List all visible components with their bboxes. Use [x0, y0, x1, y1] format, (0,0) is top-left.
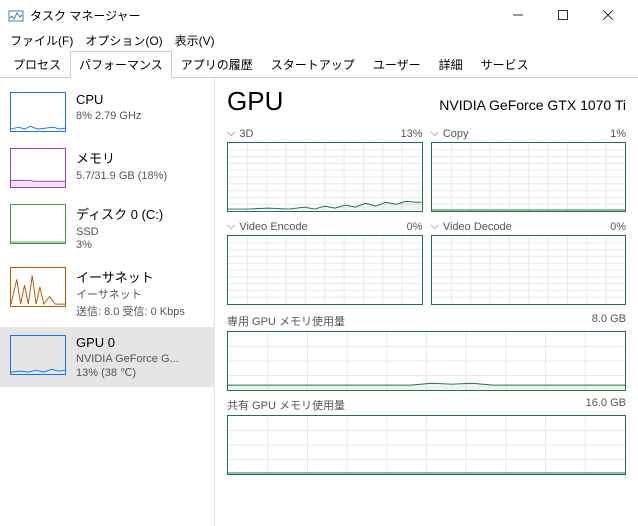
chart-vencode-box	[227, 235, 423, 305]
tab-users[interactable]: ユーザー	[364, 51, 430, 78]
sidebar-item-disk[interactable]: ディスク 0 (C:) SSD 3%	[0, 196, 214, 259]
cpu-title: CPU	[76, 92, 204, 107]
chart-video-encode[interactable]: ⌵ Video Encode 0%	[227, 220, 423, 305]
chart-copy-head: ⌵ Copy 1%	[431, 127, 627, 140]
app-icon	[8, 7, 24, 23]
memory-sub: 5.7/31.9 GB (18%)	[76, 169, 204, 183]
tab-performance[interactable]: パフォーマンス	[70, 51, 172, 78]
gpu-model: NVIDIA GeForce GTX 1070 Ti	[439, 97, 626, 113]
chart-copy[interactable]: ⌵ Copy 1%	[431, 127, 627, 212]
ethernet-title: イーサネット	[76, 267, 204, 286]
tab-details[interactable]: 詳細	[430, 51, 472, 78]
gpu-sub2: 13% (38 ℃)	[76, 366, 204, 379]
dedicated-memory-chart	[227, 331, 626, 391]
chart-3d-box	[227, 142, 423, 212]
shared-memory-max: 16.0 GB	[586, 397, 626, 413]
chevron-down-icon[interactable]: ⌵	[227, 127, 235, 140]
menu-view[interactable]: 表示(V)	[171, 32, 219, 49]
shared-memory-chart	[227, 415, 626, 475]
tab-processes[interactable]: プロセス	[4, 51, 70, 78]
memory-text: メモリ 5.7/31.9 GB (18%)	[76, 148, 204, 188]
ethernet-sub2: 送信: 8.0 受信: 0 Kbps	[76, 303, 204, 319]
shared-memory-label: 共有 GPU メモリ使用量 16.0 GB	[227, 397, 626, 413]
chart-copy-name: Copy	[443, 128, 469, 140]
disk-text: ディスク 0 (C:) SSD 3%	[76, 204, 204, 251]
close-button[interactable]	[585, 1, 630, 29]
ethernet-text: イーサネット イーサネット 送信: 8.0 受信: 0 Kbps	[76, 267, 204, 318]
minimize-button[interactable]	[495, 1, 540, 29]
sidebar-item-cpu[interactable]: CPU 8% 2.79 GHz	[0, 84, 214, 140]
cpu-sub: 8% 2.79 GHz	[76, 109, 204, 123]
chart-copy-value: 1%	[610, 128, 626, 140]
memory-thumb	[10, 148, 66, 188]
chart-vdecode-name: Video Decode	[443, 221, 512, 233]
chart-3d[interactable]: ⌵ 3D 13%	[227, 127, 423, 212]
tab-startup[interactable]: スタートアップ	[262, 51, 364, 78]
cpu-thumb	[10, 92, 66, 132]
page-heading: GPU	[227, 86, 283, 117]
chart-vdecode-head: ⌵ Video Decode 0%	[431, 220, 627, 233]
memory-title: メモリ	[76, 148, 204, 167]
disk-sub1: SSD	[76, 225, 204, 239]
ethernet-sub1: イーサネット	[76, 288, 204, 302]
tabs: プロセス パフォーマンス アプリの履歴 スタートアップ ユーザー 詳細 サービス	[0, 50, 638, 78]
chart-3d-head: ⌵ 3D 13%	[227, 127, 423, 140]
chart-vencode-name: Video Encode	[239, 221, 307, 233]
sidebar: CPU 8% 2.79 GHz メモリ 5.7/31.9 GB (18%) ディ…	[0, 78, 215, 526]
chart-3d-value: 13%	[400, 128, 422, 140]
menubar: ファイル(F) オプション(O) 表示(V)	[0, 30, 638, 50]
sidebar-item-ethernet[interactable]: イーサネット イーサネット 送信: 8.0 受信: 0 Kbps	[0, 259, 214, 326]
cpu-text: CPU 8% 2.79 GHz	[76, 92, 204, 132]
menu-file[interactable]: ファイル(F)	[6, 32, 77, 49]
content: CPU 8% 2.79 GHz メモリ 5.7/31.9 GB (18%) ディ…	[0, 78, 638, 526]
window-controls	[495, 1, 630, 29]
chart-vencode-value: 0%	[407, 221, 423, 233]
chevron-down-icon[interactable]: ⌵	[431, 220, 439, 233]
chevron-down-icon[interactable]: ⌵	[227, 220, 235, 233]
dedicated-memory-text: 専用 GPU メモリ使用量	[227, 313, 345, 329]
main-panel: GPU NVIDIA GeForce GTX 1070 Ti ⌵ 3D 13%	[215, 78, 638, 526]
chart-row-2: ⌵ Video Encode 0% ⌵ Video Decode 0%	[227, 220, 626, 305]
shared-memory-text: 共有 GPU メモリ使用量	[227, 397, 345, 413]
dedicated-memory-max: 8.0 GB	[592, 313, 626, 329]
disk-sub2: 3%	[76, 239, 204, 251]
ethernet-thumb	[10, 267, 66, 307]
chart-row-1: ⌵ 3D 13% ⌵ Copy 1%	[227, 127, 626, 212]
dedicated-memory-label: 専用 GPU メモリ使用量 8.0 GB	[227, 313, 626, 329]
chart-copy-box	[431, 142, 627, 212]
main-header: GPU NVIDIA GeForce GTX 1070 Ti	[227, 86, 626, 117]
gpu-text: GPU 0 NVIDIA GeForce G... 13% (38 ℃)	[76, 335, 204, 379]
tab-services[interactable]: サービス	[472, 51, 538, 78]
chart-3d-name: 3D	[239, 128, 253, 140]
chart-vencode-head: ⌵ Video Encode 0%	[227, 220, 423, 233]
sidebar-item-gpu[interactable]: GPU 0 NVIDIA GeForce G... 13% (38 ℃)	[0, 327, 214, 387]
chart-video-decode[interactable]: ⌵ Video Decode 0%	[431, 220, 627, 305]
chart-vdecode-box	[431, 235, 627, 305]
gpu-title: GPU 0	[76, 335, 204, 350]
disk-title: ディスク 0 (C:)	[76, 204, 204, 223]
chart-vdecode-value: 0%	[610, 221, 626, 233]
gpu-sub1: NVIDIA GeForce G...	[76, 352, 204, 366]
tab-app-history[interactable]: アプリの履歴	[172, 51, 262, 78]
titlebar: タスク マネージャー	[0, 0, 638, 30]
maximize-button[interactable]	[540, 1, 585, 29]
chevron-down-icon[interactable]: ⌵	[431, 127, 439, 140]
gpu-thumb	[10, 335, 66, 375]
disk-thumb	[10, 204, 66, 244]
menu-options[interactable]: オプション(O)	[81, 32, 166, 49]
sidebar-item-memory[interactable]: メモリ 5.7/31.9 GB (18%)	[0, 140, 214, 196]
window-title: タスク マネージャー	[30, 7, 495, 24]
